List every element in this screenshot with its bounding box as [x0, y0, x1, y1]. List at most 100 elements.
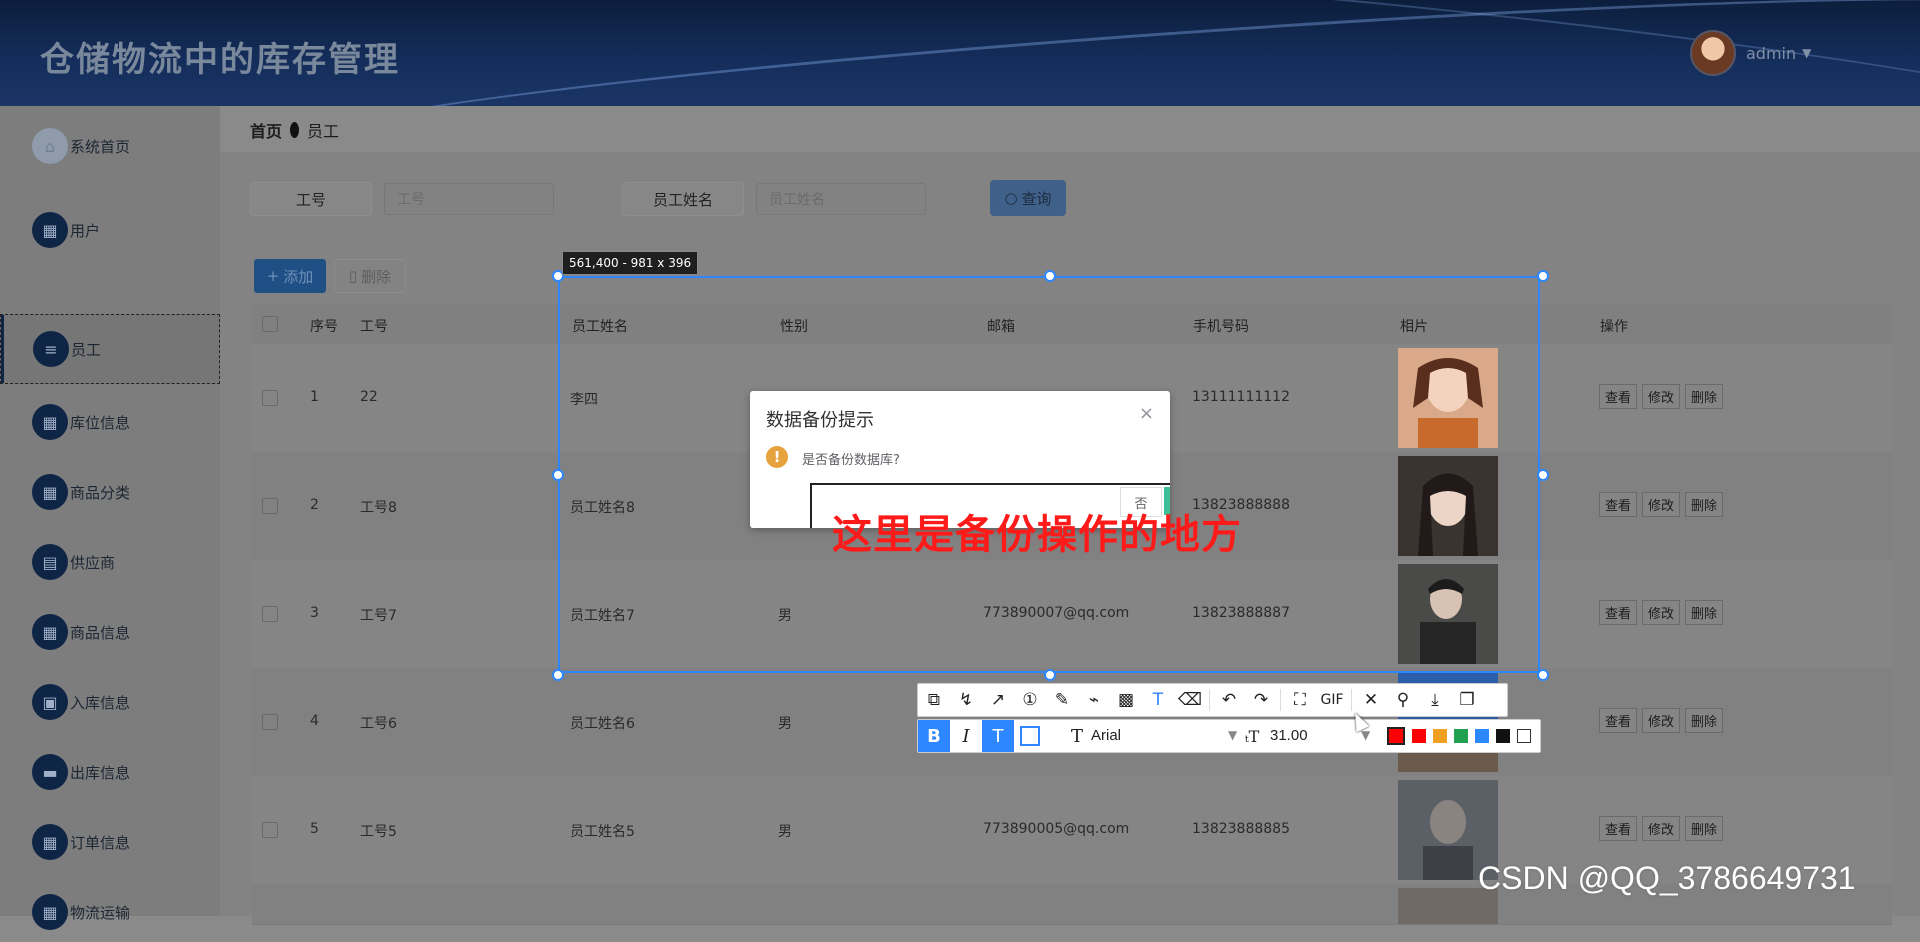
sidebar-item-orders[interactable]: ▦ 订单信息 — [0, 812, 220, 872]
pencil-icon[interactable]: ✎ — [1046, 684, 1078, 716]
edit-button[interactable]: 修改 — [1642, 492, 1681, 517]
view-button[interactable]: 查看 — [1599, 492, 1638, 517]
delete-row-button[interactable]: 删除 — [1685, 492, 1724, 517]
chevron-down-icon[interactable]: ▼ — [1361, 728, 1370, 742]
eraser-icon[interactable]: ⌫ — [1174, 684, 1206, 716]
query-label: 查询 — [1021, 189, 1052, 208]
edit-button[interactable]: 修改 — [1642, 600, 1681, 625]
cell-no: 1 — [310, 389, 319, 405]
app-header: 仓储物流中的库存管理 admin ▼ — [0, 0, 1920, 106]
sidebar-item-categories[interactable]: ▦ 商品分类 — [0, 462, 220, 522]
color-swatch[interactable] — [1433, 729, 1447, 743]
row-checkbox[interactable] — [262, 822, 278, 838]
plus-icon: + — [266, 267, 280, 285]
marker-icon[interactable]: ⌁ — [1078, 684, 1110, 716]
row-checkbox[interactable] — [262, 390, 278, 406]
color-swatch[interactable] — [1496, 729, 1510, 743]
italic-icon[interactable]: I — [950, 720, 982, 752]
sidebar-item-employees[interactable]: ≡ 员工 — [0, 314, 220, 384]
resize-handle[interactable] — [1537, 669, 1549, 681]
view-button[interactable]: 查看 — [1599, 708, 1638, 733]
delete-row-button[interactable]: 删除 — [1685, 384, 1724, 409]
edit-button[interactable]: 修改 — [1642, 708, 1681, 733]
delete-label: 删除 — [361, 267, 392, 286]
avatar[interactable] — [1690, 30, 1736, 76]
resize-handle[interactable] — [1044, 669, 1056, 681]
pin-icon[interactable]: ⚲ — [1387, 684, 1419, 716]
color-swatch[interactable] — [1412, 729, 1426, 743]
emp-no-input[interactable]: 工号 — [384, 183, 554, 215]
undo-icon[interactable]: ↶ — [1213, 684, 1245, 716]
sidebar-item-suppliers[interactable]: ▤ 供应商 — [0, 532, 220, 592]
username[interactable]: admin — [1746, 44, 1796, 63]
gif-button[interactable]: GIF — [1316, 684, 1348, 716]
color-swatch[interactable] — [1475, 729, 1489, 743]
resize-handle[interactable] — [1537, 469, 1549, 481]
breadcrumb: 首页 员工 — [250, 118, 339, 142]
resize-handle[interactable] — [552, 469, 564, 481]
chevron-down-icon[interactable]: ▼ — [1802, 46, 1811, 60]
shape-icon[interactable]: ⧉ — [918, 684, 950, 716]
color-swatch[interactable] — [1454, 729, 1468, 743]
resize-handle[interactable] — [552, 669, 564, 681]
view-button[interactable]: 查看 — [1599, 816, 1638, 841]
cell-no: 4 — [310, 713, 319, 729]
menu-icon: ≡ — [33, 331, 69, 367]
text-outline-icon[interactable]: T — [982, 720, 1014, 752]
edit-button[interactable]: 修改 — [1642, 384, 1681, 409]
mosaic-icon[interactable]: ▩ — [1110, 684, 1142, 716]
row-checkbox[interactable] — [262, 606, 278, 622]
view-button[interactable]: 查看 — [1599, 600, 1638, 625]
color-swatch[interactable] — [1517, 729, 1531, 743]
download-icon[interactable]: ⤓ — [1419, 684, 1451, 716]
sidebar-item-label: 商品分类 — [70, 483, 131, 502]
add-button[interactable]: + 添加 — [254, 259, 326, 293]
col-header[interactable]: 工号 — [360, 316, 388, 336]
edit-button[interactable]: 修改 — [1642, 816, 1681, 841]
polyline-icon[interactable]: ↯ — [950, 684, 982, 716]
view-button[interactable]: 查看 — [1599, 384, 1638, 409]
delete-button[interactable]: ▯ 删除 — [334, 259, 406, 293]
arrow-icon[interactable]: ↗ — [982, 684, 1014, 716]
cell-no: 2 — [310, 497, 319, 513]
row-checkbox[interactable] — [262, 714, 278, 730]
sidebar-item-label: 出库信息 — [70, 763, 131, 782]
sidebar-item-products[interactable]: ▦ 商品信息 — [0, 602, 220, 662]
delete-row-button[interactable]: 删除 — [1685, 600, 1724, 625]
text-background-icon[interactable] — [1014, 720, 1046, 752]
color-swatch-selected[interactable] — [1387, 727, 1405, 745]
select-all-checkbox[interactable] — [262, 316, 278, 332]
annotation-text[interactable]: 这里是备份操作的地方 — [832, 502, 1242, 560]
row-checkbox[interactable] — [262, 498, 278, 514]
copy-icon[interactable]: ❐ — [1451, 684, 1483, 716]
delete-row-button[interactable]: 删除 — [1685, 816, 1724, 841]
user-menu[interactable]: admin ▼ — [1690, 30, 1811, 76]
font-size-input[interactable]: 31.00 — [1270, 727, 1308, 744]
sidebar-item-outbound[interactable]: ▬ 出库信息 — [0, 742, 220, 802]
sidebar-item-home[interactable]: ⌂ 系统首页 — [0, 116, 220, 176]
emp-name-input[interactable]: 员工姓名 — [756, 183, 926, 215]
breadcrumb-home[interactable]: 首页 — [250, 118, 282, 142]
breadcrumb-separator-icon — [290, 122, 300, 138]
redo-icon[interactable]: ↷ — [1245, 684, 1277, 716]
toolbar-divider — [1209, 689, 1210, 711]
resize-handle[interactable] — [1044, 270, 1056, 282]
sidebar-item-users[interactable]: ▦ 用户 — [0, 200, 220, 260]
grid-icon: ▦ — [32, 212, 68, 248]
query-button[interactable]: ○ 查询 — [990, 180, 1066, 216]
number-marker-icon[interactable]: ① — [1014, 684, 1046, 716]
resize-handle[interactable] — [1537, 270, 1549, 282]
bold-icon[interactable]: B — [918, 720, 950, 752]
cell-name: 员工姓名6 — [570, 716, 635, 732]
sidebar-item-inbound[interactable]: ▣ 入库信息 — [0, 672, 220, 732]
delete-row-button[interactable]: 删除 — [1685, 708, 1724, 733]
close-icon[interactable]: × — [1139, 403, 1154, 424]
font-select[interactable]: Arial — [1091, 727, 1121, 744]
screenshot-tool-icon[interactable]: ⛶ — [1284, 684, 1316, 716]
row-actions: 查看 修改 删除 — [1599, 600, 1728, 625]
sidebar-item-locations[interactable]: ▦ 库位信息 — [0, 392, 220, 452]
sidebar-item-label: 系统首页 — [70, 137, 131, 156]
sidebar-item-logistics[interactable]: ▦ 物流运输 — [0, 882, 220, 942]
watermark: CSDN @QQ_3786649731 — [1478, 860, 1856, 896]
text-tool-icon[interactable]: T — [1142, 684, 1174, 716]
